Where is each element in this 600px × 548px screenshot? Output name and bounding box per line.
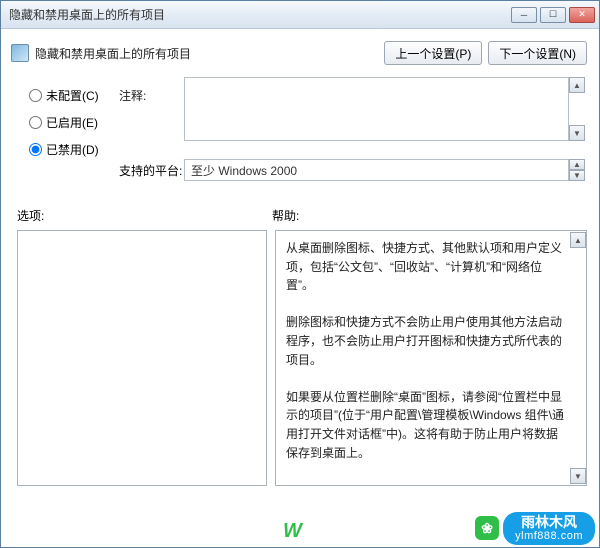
- next-setting-button[interactable]: 下一个设置(N): [488, 41, 587, 65]
- comment-textarea[interactable]: [184, 77, 569, 141]
- help-paragraph-2: 删除图标和快捷方式不会防止用户使用其他方法启动程序，也不会防止用户打开图标和快捷…: [286, 313, 564, 369]
- window-title: 隐藏和禁用桌面上的所有项目: [9, 6, 511, 23]
- section-labels: 选项: 帮助:: [1, 189, 599, 228]
- watermark-pill: 雨林木风 ylmf888.com: [503, 512, 595, 545]
- options-panel: [17, 230, 267, 486]
- radio-not-configured-input[interactable]: [29, 89, 42, 102]
- platform-label: 支持的平台:: [119, 162, 184, 179]
- help-scrollbar: ▲ ▼: [570, 231, 586, 485]
- radio-not-configured-label: 未配置(C): [46, 87, 99, 104]
- dialog-window: 隐藏和禁用桌面上的所有项目 ─ ☐ ✕ 隐藏和禁用桌面上的所有项目 上一个设置(…: [0, 0, 600, 548]
- help-scroll-up[interactable]: ▲: [570, 232, 586, 248]
- radio-disabled-input[interactable]: [29, 143, 42, 156]
- help-scroll-down[interactable]: ▼: [570, 468, 586, 484]
- radio-disabled[interactable]: 已禁用(D): [29, 141, 119, 158]
- help-label: 帮助:: [272, 207, 299, 224]
- window-controls: ─ ☐ ✕: [511, 7, 595, 23]
- titlebar: 隐藏和禁用桌面上的所有项目 ─ ☐ ✕: [1, 1, 599, 29]
- radio-enabled-input[interactable]: [29, 116, 42, 129]
- radio-disabled-label: 已禁用(D): [46, 141, 99, 158]
- panels: 从桌面删除图标、快捷方式、其他默认项和用户定义项，包括“公文包”、“回收站”、“…: [1, 228, 599, 492]
- radio-not-configured[interactable]: 未配置(C): [29, 87, 119, 104]
- help-paragraph-1: 从桌面删除图标、快捷方式、其他默认项和用户定义项，包括“公文包”、“回收站”、“…: [286, 239, 564, 295]
- watermark-brand: 雨林木风: [521, 515, 577, 530]
- platform-scroll-down[interactable]: ▼: [569, 170, 585, 181]
- platform-field: 至少 Windows 2000: [184, 159, 569, 181]
- watermark-leaf-icon: ❀: [475, 516, 499, 540]
- platform-value: 至少 Windows 2000: [191, 162, 297, 179]
- help-text: 从桌面删除图标、快捷方式、其他默认项和用户定义项，包括“公文包”、“回收站”、“…: [276, 231, 570, 485]
- options-label: 选项:: [17, 207, 272, 224]
- comment-scroll-down[interactable]: ▼: [569, 125, 585, 141]
- minimize-button[interactable]: ─: [511, 7, 537, 23]
- platform-scroll-up[interactable]: ▲: [569, 159, 585, 170]
- previous-setting-button[interactable]: 上一个设置(P): [384, 41, 482, 65]
- watermark: ❀ 雨林木风 ylmf888.com: [475, 512, 595, 545]
- header-row: 隐藏和禁用桌面上的所有项目 上一个设置(P) 下一个设置(N): [1, 29, 599, 73]
- radio-enabled-label: 已启用(E): [46, 114, 98, 131]
- comment-label: 注释:: [119, 77, 184, 104]
- policy-icon: [11, 44, 29, 62]
- setting-title: 隐藏和禁用桌面上的所有项目: [35, 45, 378, 62]
- watermark-w-icon: W: [283, 520, 302, 543]
- maximize-button[interactable]: ☐: [540, 7, 566, 23]
- comment-scroll-up[interactable]: ▲: [569, 77, 585, 93]
- help-panel: 从桌面删除图标、快捷方式、其他默认项和用户定义项，包括“公文包”、“回收站”、“…: [275, 230, 587, 486]
- config-block: 未配置(C) 已启用(E) 已禁用(D) 注释: ▲ ▼ 支持的平台: 至少 W…: [1, 73, 599, 189]
- help-paragraph-3: 如果要从位置栏删除“桌面”图标，请参阅“位置栏中显示的项目”(位于“用户配置\管…: [286, 388, 564, 462]
- close-button[interactable]: ✕: [569, 7, 595, 23]
- watermark-url: ylmf888.com: [515, 530, 583, 542]
- radio-enabled[interactable]: 已启用(E): [29, 114, 119, 131]
